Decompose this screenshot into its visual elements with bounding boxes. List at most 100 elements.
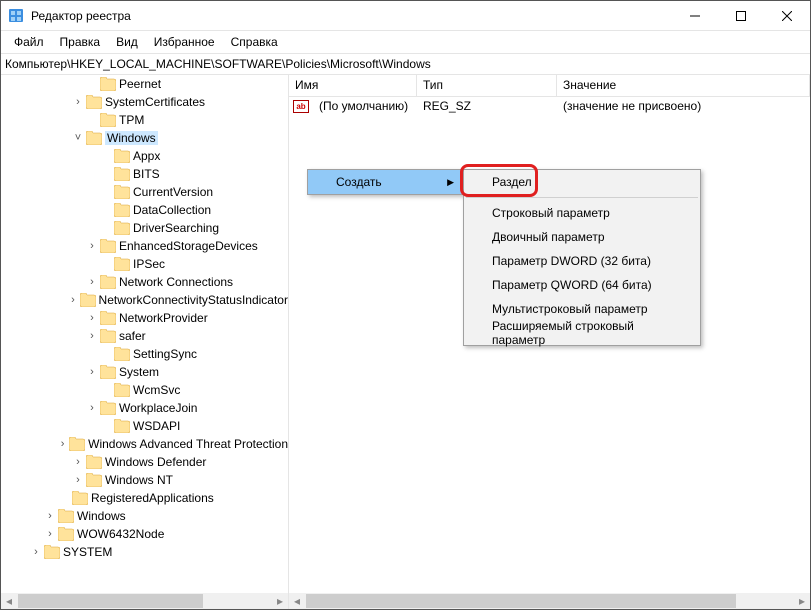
scroll-left-icon[interactable]: ◂ <box>289 593 305 609</box>
expand-icon[interactable]: › <box>71 457 85 468</box>
menu-edit[interactable]: Правка <box>53 33 108 51</box>
folder-icon <box>100 329 116 343</box>
scrollbar-thumb[interactable] <box>18 594 203 608</box>
folder-icon <box>114 257 130 271</box>
tree-item[interactable]: › Windows NT <box>1 471 288 489</box>
tree-scrollbar-horizontal[interactable]: ◂ ▸ <box>1 593 288 609</box>
expand-icon[interactable]: › <box>85 331 99 342</box>
address-bar[interactable]: Компьютер\HKEY_LOCAL_MACHINE\SOFTWARE\Po… <box>1 53 810 75</box>
tree-item[interactable]: WSDAPI <box>1 417 288 435</box>
expand-icon[interactable]: › <box>85 313 99 324</box>
folder-icon <box>69 437 85 451</box>
scroll-right-icon[interactable]: ▸ <box>794 593 810 609</box>
tree-item[interactable]: › Windows <box>1 507 288 525</box>
tree-item[interactable]: ›Network Connections <box>1 273 288 291</box>
maximize-button[interactable] <box>718 1 764 31</box>
ctx-submenu-item[interactable]: Строковый параметр <box>464 201 700 225</box>
menu-help[interactable]: Справка <box>224 33 285 51</box>
tree-item[interactable]: DriverSearching <box>1 219 288 237</box>
close-button[interactable] <box>764 1 810 31</box>
tree-label: WorkplaceJoin <box>119 401 197 415</box>
ctx-create[interactable]: Создать ▶ <box>308 170 462 194</box>
folder-icon <box>58 509 74 523</box>
ctx-submenu-item[interactable]: Мультистроковый параметр <box>464 297 700 321</box>
expand-icon[interactable]: › <box>57 439 68 450</box>
tree-label: Windows Defender <box>105 455 206 469</box>
ctx-submenu-item[interactable]: Раздел <box>464 170 700 194</box>
tree-item[interactable]: ›WOW6432Node <box>1 525 288 543</box>
scroll-right-icon[interactable]: ▸ <box>272 593 288 609</box>
folder-icon <box>114 383 130 397</box>
expand-icon[interactable]: › <box>85 367 99 378</box>
tree-label: DriverSearching <box>133 221 219 235</box>
expand-icon[interactable]: › <box>71 97 85 108</box>
expand-icon[interactable]: › <box>43 511 57 522</box>
ctx-submenu-item[interactable]: Двоичный параметр <box>464 225 700 249</box>
col-data[interactable]: Значение <box>557 75 810 96</box>
tree-item[interactable]: Appx <box>1 147 288 165</box>
tree-item[interactable]: ›SYSTEM <box>1 543 288 561</box>
expand-icon[interactable]: › <box>85 277 99 288</box>
tree-item[interactable]: ˅ Windows <box>1 129 288 147</box>
menu-favorites[interactable]: Избранное <box>147 33 222 51</box>
menu-view[interactable]: Вид <box>109 33 145 51</box>
list-row[interactable]: ab (По умолчанию) REG_SZ (значение не пр… <box>289 97 810 115</box>
scrollbar-thumb[interactable] <box>306 594 736 608</box>
tree-label: SystemCertificates <box>105 95 205 109</box>
tree-item[interactable]: Peernet <box>1 75 288 93</box>
expand-icon[interactable]: ˅ <box>71 133 85 144</box>
tree-label: System <box>119 365 159 379</box>
folder-icon <box>86 95 102 109</box>
tree-item[interactable]: BITS <box>1 165 288 183</box>
ctx-submenu-item[interactable]: Параметр DWORD (32 бита) <box>464 249 700 273</box>
tree-item[interactable]: ›EnhancedStorageDevices <box>1 237 288 255</box>
folder-icon <box>114 167 130 181</box>
ctx-submenu-item[interactable]: Параметр QWORD (64 бита) <box>464 273 700 297</box>
folder-icon <box>80 293 96 307</box>
expand-icon[interactable]: › <box>67 295 78 306</box>
folder-icon <box>44 545 60 559</box>
tree-item[interactable]: ›safer <box>1 327 288 345</box>
tree-item[interactable]: DataCollection <box>1 201 288 219</box>
tree-item[interactable]: › Windows Advanced Threat Protection <box>1 435 288 453</box>
tree-label: BITS <box>133 167 160 181</box>
tree-label: SettingSync <box>133 347 197 361</box>
expand-icon[interactable]: › <box>71 475 85 486</box>
tree-label: Windows NT <box>105 473 173 487</box>
tree-item[interactable]: › WorkplaceJoin <box>1 399 288 417</box>
tree-label: Windows <box>105 131 158 145</box>
expand-icon[interactable]: › <box>85 241 99 252</box>
tree-item[interactable]: › Windows Defender <box>1 453 288 471</box>
tree-label: WSDAPI <box>133 419 180 433</box>
titlebar: Редактор реестра <box>1 1 810 31</box>
cell-name: (По умолчанию) <box>313 99 417 113</box>
col-type[interactable]: Тип <box>417 75 557 96</box>
cell-data: (значение не присвоено) <box>557 99 707 113</box>
folder-icon <box>86 131 102 145</box>
expand-icon[interactable]: › <box>29 547 43 558</box>
tree-item[interactable]: TPM <box>1 111 288 129</box>
col-name[interactable]: Имя <box>289 75 417 96</box>
folder-icon <box>86 455 102 469</box>
tree-label: Windows <box>77 509 126 523</box>
tree-item[interactable]: › SystemCertificates <box>1 93 288 111</box>
tree-item[interactable]: CurrentVersion <box>1 183 288 201</box>
minimize-button[interactable] <box>672 1 718 31</box>
tree-item[interactable]: ›NetworkConnectivityStatusIndicator <box>1 291 288 309</box>
tree-label: Windows Advanced Threat Protection <box>88 437 288 451</box>
folder-icon <box>58 527 74 541</box>
ctx-submenu-item[interactable]: Расширяемый строковый параметр <box>464 321 700 345</box>
tree-item[interactable]: ›NetworkProvider <box>1 309 288 327</box>
tree-item[interactable]: IPSec <box>1 255 288 273</box>
tree-item[interactable]: RegisteredApplications <box>1 489 288 507</box>
tree-label: TPM <box>119 113 144 127</box>
expand-icon[interactable]: › <box>85 403 99 414</box>
expand-icon[interactable]: › <box>43 529 57 540</box>
list-scrollbar-horizontal[interactable]: ◂ ▸ <box>289 593 810 609</box>
context-menu: Создать ▶ <box>307 169 463 195</box>
menu-file[interactable]: Файл <box>7 33 51 51</box>
tree-item[interactable]: › System <box>1 363 288 381</box>
tree-item[interactable]: WcmSvc <box>1 381 288 399</box>
scroll-left-icon[interactable]: ◂ <box>1 593 17 609</box>
tree-item[interactable]: SettingSync <box>1 345 288 363</box>
